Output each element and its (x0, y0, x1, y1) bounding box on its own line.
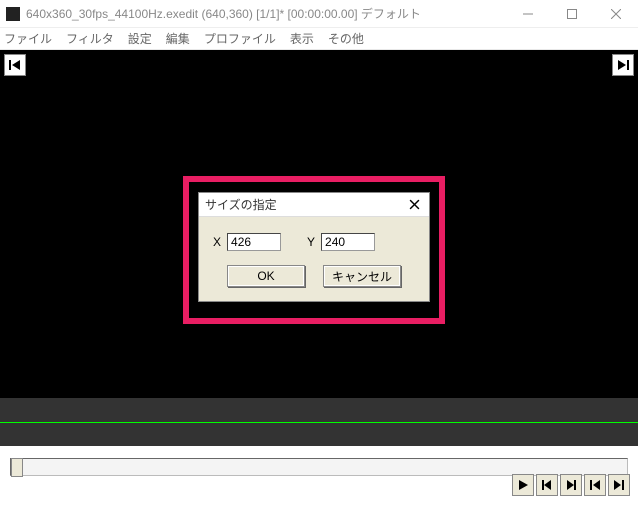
x-label: X (213, 235, 221, 249)
menu-edit[interactable]: 編集 (166, 30, 190, 47)
cancel-button[interactable]: キャンセル (323, 265, 401, 287)
menu-other[interactable]: その他 (328, 30, 364, 47)
maximize-button[interactable] (550, 0, 594, 27)
x-input[interactable] (227, 233, 281, 251)
next-frame-button[interactable] (560, 474, 582, 496)
go-end-transport-button[interactable] (608, 474, 630, 496)
dialog-close-button[interactable] (405, 196, 423, 214)
go-start-transport-button[interactable] (584, 474, 606, 496)
go-start-button[interactable] (4, 54, 26, 76)
y-input[interactable] (321, 233, 375, 251)
window-titlebar: 640x360_30fps_44100Hz.exedit (640,360) [… (0, 0, 638, 28)
prev-frame-button[interactable] (536, 474, 558, 496)
menu-filter[interactable]: フィルタ (66, 30, 114, 47)
preview-area: サイズの指定 X Y OK キャンセル (0, 50, 638, 398)
go-end-button[interactable] (612, 54, 634, 76)
minimize-button[interactable] (506, 0, 550, 27)
ok-button[interactable]: OK (227, 265, 305, 287)
y-label: Y (307, 235, 315, 249)
menu-profile[interactable]: プロファイル (204, 30, 276, 47)
menu-view[interactable]: 表示 (290, 30, 314, 47)
dialog-titlebar[interactable]: サイズの指定 (199, 193, 429, 217)
play-button[interactable] (512, 474, 534, 496)
size-dialog: サイズの指定 X Y OK キャンセル (198, 192, 430, 302)
transport-bar (0, 446, 638, 506)
menu-settings[interactable]: 設定 (128, 30, 152, 47)
window-title: 640x360_30fps_44100Hz.exedit (640,360) [… (26, 5, 506, 22)
menu-file[interactable]: ファイル (4, 30, 52, 47)
seek-thumb[interactable] (11, 458, 23, 477)
close-button[interactable] (594, 0, 638, 27)
menubar: ファイル フィルタ 設定 編集 プロファイル 表示 その他 (0, 28, 638, 50)
timeline[interactable] (0, 398, 638, 446)
document-icon (6, 7, 20, 21)
dialog-title: サイズの指定 (205, 196, 405, 213)
